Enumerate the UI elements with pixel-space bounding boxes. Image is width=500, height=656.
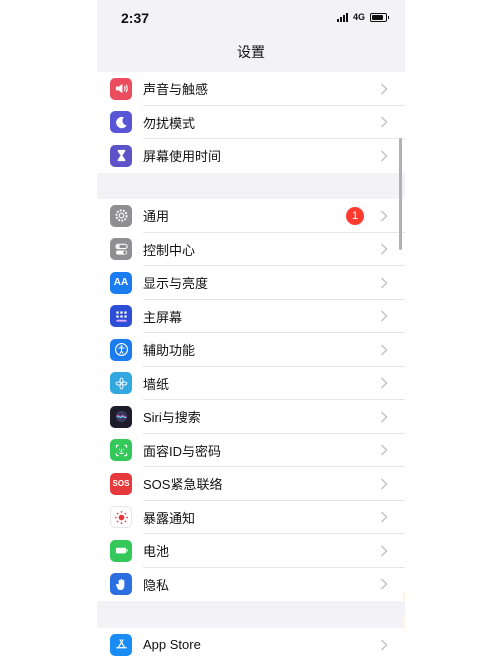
network-type: 4G [352, 12, 365, 22]
settings-row-accessibility[interactable]: 辅助功能 [97, 333, 405, 367]
moon-icon [110, 111, 132, 134]
scroll-indicator[interactable] [399, 138, 402, 250]
toggles-icon [110, 238, 132, 261]
chevron-right-icon [380, 639, 388, 651]
status-bar: 2:37 4G [97, 0, 405, 36]
chevron-right-icon [380, 411, 388, 423]
settings-row-emergency-sos[interactable]: SOS SOS紧急联络 [97, 467, 405, 501]
gear-icon [110, 204, 132, 227]
navigation-bar: 设置 [97, 36, 405, 68]
chevron-right-icon [380, 578, 388, 590]
settings-group-sound: 声音与触感 勿扰模式 屏幕使用时间 [97, 72, 405, 173]
settings-group-store: App Store [97, 628, 405, 656]
row-label: 声音与触感 [143, 82, 209, 98]
chevron-right-icon [380, 310, 388, 322]
settings-row-screen-time[interactable]: 屏幕使用时间 [97, 139, 405, 173]
chevron-right-icon [380, 444, 388, 456]
accessibility-icon [110, 338, 132, 361]
chevron-right-icon [380, 210, 388, 222]
settings-row-display-brightness[interactable]: AA 显示与亮度 [97, 266, 405, 300]
chevron-right-icon [380, 277, 388, 289]
row-label: 电池 [143, 544, 170, 560]
settings-row-home-screen[interactable]: 主屏幕 [97, 300, 405, 334]
face-id-icon [110, 439, 132, 462]
settings-row-sounds[interactable]: 声音与触感 [97, 72, 405, 106]
row-label: App Store [143, 637, 201, 653]
chevron-right-icon [380, 478, 388, 490]
row-label: 主屏幕 [143, 309, 183, 325]
home-grid-icon [110, 305, 132, 328]
row-label: 暴露通知 [143, 510, 196, 526]
chevron-right-icon [380, 116, 388, 128]
cartoon-dog-sticker [403, 589, 405, 636]
sos-icon: SOS [110, 472, 132, 495]
row-label: SOS紧急联络 [143, 477, 223, 493]
settings-row-app-store[interactable]: App Store [97, 628, 405, 656]
hand-icon [110, 573, 132, 596]
page-title: 设置 [237, 44, 265, 60]
chevron-right-icon [380, 243, 388, 255]
settings-row-general[interactable]: 通用 1 [97, 199, 405, 233]
settings-row-do-not-disturb[interactable]: 勿扰模式 [97, 106, 405, 140]
row-label: 屏幕使用时间 [143, 149, 222, 165]
hourglass-icon [110, 144, 132, 167]
settings-row-exposure-notifications[interactable]: 暴露通知 [97, 501, 405, 535]
status-time: 2:37 [121, 10, 150, 26]
settings-row-battery[interactable]: 电池 [97, 534, 405, 568]
chevron-right-icon [380, 83, 388, 95]
settings-row-face-id[interactable]: 面容ID与密码 [97, 434, 405, 468]
settings-group-general: 通用 1 控制中心 AA 显示与亮度 主屏幕 辅助功能 墙纸 Siri与搜索 面… [97, 199, 405, 601]
notification-badge: 1 [346, 206, 364, 225]
speaker-icon [110, 77, 132, 100]
chevron-right-icon [380, 344, 388, 356]
exposure-icon [110, 506, 132, 529]
row-label: 隐私 [143, 577, 170, 593]
row-label: Siri与搜索 [143, 410, 201, 426]
chevron-right-icon [380, 150, 388, 162]
chevron-right-icon [380, 511, 388, 523]
row-label: 墙纸 [143, 376, 170, 392]
text-size-icon: AA [110, 271, 132, 294]
row-label: 面容ID与密码 [143, 443, 222, 459]
row-label: 显示与亮度 [143, 276, 209, 292]
chevron-right-icon [380, 545, 388, 557]
battery-icon [110, 539, 132, 562]
chevron-right-icon [380, 377, 388, 389]
app-store-icon [110, 633, 132, 656]
settings-row-control-center[interactable]: 控制中心 [97, 233, 405, 267]
settings-row-siri-search[interactable]: Siri与搜索 [97, 400, 405, 434]
row-label: 辅助功能 [143, 343, 196, 359]
flower-icon [110, 372, 132, 395]
siri-icon [110, 405, 132, 428]
row-label: 控制中心 [143, 242, 196, 258]
settings-row-wallpaper[interactable]: 墙纸 [97, 367, 405, 401]
row-label: 通用 [143, 209, 170, 225]
status-indicators: 4G [336, 12, 389, 22]
row-label: 勿扰模式 [143, 115, 196, 131]
phone-screen: 2:37 4G 设置 声音与触感 勿扰模式 屏幕使用时间 通用 1 控制中心 A… [97, 0, 405, 656]
signal-icon [336, 12, 348, 22]
battery-status-icon [370, 12, 387, 22]
settings-row-privacy[interactable]: 隐私 [97, 568, 405, 602]
